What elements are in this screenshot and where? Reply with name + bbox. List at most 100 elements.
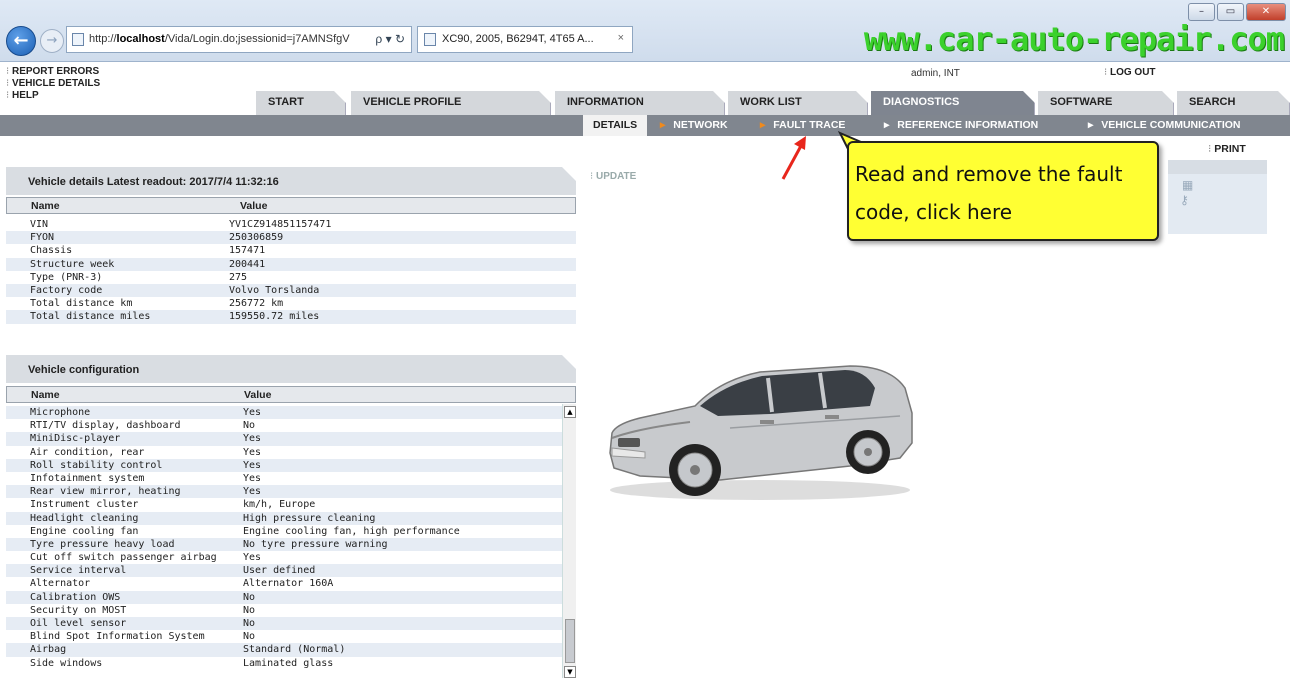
row-name: Cut off switch passenger airbag — [30, 552, 217, 564]
config-scrollbar[interactable]: ▲ ▼ — [562, 404, 576, 678]
minimize-button[interactable]: – — [1188, 3, 1215, 21]
vehicle-configuration-rows: Microphone Yes RTI/TV display, dashboard No… — [6, 406, 562, 670]
row-value: No — [243, 618, 256, 629]
sub-tabs: DETAILS ▸ NETWORK ▸ FAULT TRACE ▸ REFERENCE… — [0, 115, 1290, 136]
row-value: No — [243, 604, 256, 616]
row-value: No tyre pressure warning — [243, 538, 388, 550]
row-value: Yes — [243, 446, 262, 458]
tab-search[interactable]: SEARCH — [1177, 91, 1290, 115]
row-value: Yes — [243, 433, 262, 445]
row-name: Calibration OWS — [30, 591, 121, 603]
table-row: Oil level sensor No — [6, 617, 562, 631]
row-name: Instrument cluster — [30, 499, 139, 511]
update-button[interactable]: UPDATE — [590, 171, 636, 182]
key-icon[interactable]: ⚷ — [1180, 193, 1189, 207]
table-row: Structure week 200441 — [6, 257, 576, 271]
tab-page-icon — [424, 33, 436, 46]
row-value: YV1CZ914851157471 — [229, 219, 332, 230]
subtab-network[interactable]: ▸ NETWORK — [660, 115, 728, 136]
row-value: km/h, Europe — [243, 499, 316, 511]
tab-information[interactable]: INFORMATION — [555, 91, 725, 115]
subtab-details[interactable]: DETAILS — [583, 115, 648, 136]
logout-link[interactable]: LOG OUT — [1104, 67, 1156, 78]
row-value: Volvo Torslanda — [229, 284, 320, 296]
table-row: Cut off switch passenger airbag Yes — [6, 551, 562, 564]
col-name: Name — [31, 200, 60, 212]
row-name: FYON — [30, 232, 55, 244]
scroll-down-icon[interactable]: ▼ — [564, 666, 576, 678]
tab-work-list[interactable]: WORK LIST — [728, 91, 868, 115]
row-name: Airbag — [30, 644, 67, 656]
row-name: Total distance miles — [30, 311, 151, 323]
row-name: Chassis — [30, 245, 73, 257]
subtab-vehicle-communication[interactable]: ▸ VEHICLE COMMUNICATION — [1088, 115, 1241, 136]
tab-start[interactable]: START — [256, 91, 346, 115]
table-row: Total distance miles 159550.72 miles — [6, 310, 576, 324]
col-name: Name — [31, 389, 60, 401]
address-prefix: http:// — [89, 33, 117, 45]
row-value: 159550.72 miles — [229, 311, 320, 323]
browser-tab-title: XC90, 2005, B6294T, 4T65 A... — [442, 33, 594, 45]
scroll-up-icon[interactable]: ▲ — [564, 406, 576, 418]
row-value: Standard (Normal) — [243, 644, 346, 656]
forward-arrow-icon[interactable]: → — [40, 29, 64, 53]
table-row: Calibration OWS No — [6, 590, 562, 604]
table-row: Headlight cleaning High pressure cleaning — [6, 511, 562, 525]
table-row: MiniDisc-player Yes — [6, 432, 562, 446]
table-row: Roll stability control Yes — [6, 458, 562, 472]
close-button[interactable]: ✕ — [1246, 3, 1286, 21]
tab-vehicle-profile[interactable]: VEHICLE PROFILE — [351, 91, 551, 115]
subtab-reference-label: REFERENCE INFORMATION — [897, 119, 1039, 131]
subtab-reference-information[interactable]: ▸ REFERENCE INFORMATION — [884, 115, 1038, 136]
table-row: VIN YV1CZ914851157471 — [6, 218, 576, 231]
row-value: Yes — [243, 552, 262, 564]
row-name: Factory code — [30, 284, 103, 296]
arrow-right-icon: ▸ — [760, 119, 766, 131]
table-row: FYON 250306859 — [6, 231, 576, 245]
print-button[interactable]: PRINT — [1208, 143, 1246, 155]
row-name: Structure week — [30, 258, 115, 270]
subtab-fault-trace-label: FAULT TRACE — [773, 119, 846, 131]
table-row: Airbag Standard (Normal) — [6, 643, 562, 657]
search-refresh-icon[interactable]: ρ ▾ ↻ — [372, 32, 405, 46]
table-row: Blind Spot Information System No — [6, 630, 562, 643]
table-row: RTI/TV display, dashboard No — [6, 419, 562, 432]
browser-chrome: ← → http://localhost/Vida/Login.do;jsess… — [0, 0, 1290, 62]
row-name: Air condition, rear — [30, 446, 145, 458]
row-value: 200441 — [229, 258, 266, 270]
address-bar[interactable]: http://localhost/Vida/Login.do;jsessioni… — [66, 26, 412, 53]
row-value: Engine cooling fan, high performance — [243, 525, 460, 537]
table-row: Infotainment system Yes — [6, 472, 562, 485]
maximize-button[interactable]: ▭ — [1217, 3, 1244, 21]
calendar-icon[interactable]: ▦ — [1182, 178, 1193, 192]
row-value: 157471 — [229, 245, 266, 257]
page-icon — [72, 33, 84, 46]
row-name: Side windows — [30, 657, 103, 669]
tab-software[interactable]: SOFTWARE — [1038, 91, 1174, 115]
row-value: No — [243, 631, 256, 643]
tab-close-icon[interactable]: × — [618, 32, 624, 44]
vehicle-details-link[interactable]: VEHICLE DETAILS — [6, 78, 100, 90]
browser-tab[interactable]: XC90, 2005, B6294T, 4T65 A... × — [417, 26, 633, 53]
row-value: No — [243, 420, 256, 432]
row-name: MiniDisc-player — [30, 433, 121, 445]
row-name: Tyre pressure heavy load — [30, 538, 175, 550]
back-arrow-icon[interactable]: ← — [6, 26, 36, 56]
row-name: Microphone — [30, 407, 91, 418]
report-errors-link[interactable]: REPORT ERRORS — [6, 66, 100, 78]
subtab-fault-trace[interactable]: ▸ FAULT TRACE — [760, 115, 845, 136]
window-controls: – ▭ ✕ — [1188, 3, 1286, 21]
row-value: No — [243, 591, 256, 603]
callout-line-1: Read and remove the fault — [855, 162, 1123, 186]
table-row: Tyre pressure heavy load No tyre pressure… — [6, 537, 562, 552]
vehicle-image — [609, 365, 913, 500]
scroll-thumb[interactable] — [565, 619, 575, 663]
table-row: Security on MOST No — [6, 604, 562, 617]
vehicle-details-rows: VIN YV1CZ914851157471 FYON 250306859 Chassis… — [6, 218, 576, 324]
table-row: Factory code Volvo Torslanda — [6, 283, 576, 298]
col-value: Value — [240, 200, 268, 212]
row-value: Yes — [243, 472, 262, 484]
main-tabs: START VEHICLE PROFILE INFORMATION WORK L… — [0, 91, 1290, 115]
callout-line-2: code, click here — [855, 200, 1013, 224]
tab-diagnostics[interactable]: DIAGNOSTICS — [871, 91, 1035, 115]
